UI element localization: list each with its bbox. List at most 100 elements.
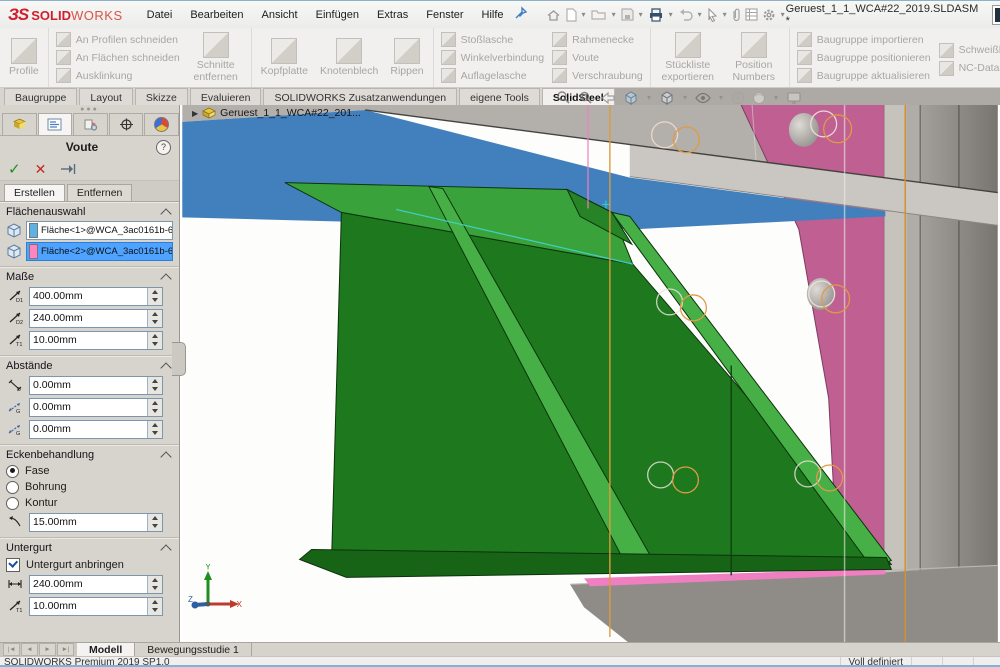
apply-scene-icon[interactable] <box>786 91 802 105</box>
menu-ansicht[interactable]: Ansicht <box>262 9 298 21</box>
dropdown-caret-icon[interactable]: ▾ <box>698 10 702 19</box>
face1-selection-field[interactable]: Fläche<1>@WCA_3ac0161b-6dba- <box>26 221 173 240</box>
chamfer-size-field[interactable] <box>29 513 163 532</box>
flange-width-field[interactable] <box>29 575 163 594</box>
pin-menu-icon[interactable] <box>514 6 528 23</box>
tab-feature-manager[interactable] <box>2 113 37 135</box>
zoom-fit-icon[interactable] <box>556 90 571 105</box>
dropdown-caret-icon[interactable]: ▾ <box>683 93 687 102</box>
menu-extras[interactable]: Extras <box>377 9 408 21</box>
new-document-icon[interactable] <box>565 8 577 22</box>
dropdown-caret-icon[interactable]: ▾ <box>647 93 651 102</box>
tab-zusatzanwendungen[interactable]: SOLIDWORKS Zusatzanwendungen <box>263 88 457 105</box>
spin-buttons[interactable] <box>147 288 162 305</box>
angle-connection-button[interactable]: Winkelverbindung <box>441 50 544 65</box>
haunch-button[interactable]: Voute <box>552 50 643 65</box>
radio-fase[interactable]: Fase <box>6 463 173 479</box>
remove-cuts-button[interactable]: Schnitte entfernen <box>188 30 244 85</box>
bill-of-materials-icon[interactable] <box>745 8 758 21</box>
menu-bearbeiten[interactable]: Bearbeiten <box>190 9 243 21</box>
radio-kontur[interactable]: Kontur <box>6 495 173 511</box>
tab-evaluieren[interactable]: Evaluieren <box>190 88 262 105</box>
ok-button[interactable]: ✓ <box>8 160 21 178</box>
collapse-chevron-icon[interactable] <box>160 273 171 284</box>
select-icon[interactable] <box>707 8 718 22</box>
support-plate-button[interactable]: Auflagelasche <box>441 68 544 83</box>
profile-button[interactable]: Profile <box>7 36 41 80</box>
face2-selection-field[interactable]: Fläche<2>@WCA_3ac0161b-6dba- <box>26 242 173 261</box>
tab-baugruppe[interactable]: Baugruppe <box>4 88 77 105</box>
radio-bohrung[interactable]: Bohrung <box>6 479 173 495</box>
weldment-groups-button[interactable]: Schweißbaugruppen <box>939 43 1000 58</box>
splice-plate-button[interactable]: Stoßlasche <box>441 32 544 47</box>
ribs-button[interactable]: Rippen <box>388 36 425 80</box>
tab-skizze[interactable]: Skizze <box>135 88 188 105</box>
flyout-feature-tree[interactable]: ▶ Geruest_1_1_WCA#22_201... <box>192 107 361 119</box>
spin-buttons[interactable] <box>147 421 162 438</box>
dropdown-caret-icon[interactable]: ▾ <box>781 10 785 19</box>
menu-hilfe[interactable]: Hilfe <box>482 9 504 21</box>
previous-view-icon[interactable] <box>600 91 616 105</box>
graphics-area[interactable] <box>180 105 1000 642</box>
dropdown-caret-icon[interactable]: ▾ <box>774 93 778 102</box>
notch-button[interactable]: Ausklinkung <box>56 68 180 83</box>
offset-field-3[interactable] <box>29 420 163 439</box>
open-document-icon[interactable] <box>591 8 607 21</box>
options-icon[interactable] <box>762 8 776 22</box>
spin-buttons[interactable] <box>147 514 162 531</box>
dim-t1-field[interactable] <box>29 331 163 350</box>
edit-appearance-icon[interactable] <box>752 91 766 105</box>
export-bom-button[interactable]: Stückliste exportieren <box>658 30 718 85</box>
display-style-icon[interactable] <box>695 92 711 104</box>
spin-buttons[interactable] <box>147 399 162 416</box>
dropdown-caret-icon[interactable]: ▾ <box>639 10 643 19</box>
menu-datei[interactable]: Datei <box>147 9 173 21</box>
dropdown-caret-icon[interactable]: ▾ <box>582 10 586 19</box>
spin-buttons[interactable] <box>147 310 162 327</box>
menu-einfuegen[interactable]: Einfügen <box>316 9 359 21</box>
motion-study-tab[interactable]: Bewegungsstudie 1 <box>135 643 252 656</box>
panel-grip[interactable]: ●●● <box>0 105 179 113</box>
tab-layout[interactable]: Layout <box>79 88 133 105</box>
frame-corner-button[interactable]: Rahmenecke <box>552 32 643 47</box>
import-assembly-button[interactable]: Baugruppe importieren <box>797 32 931 47</box>
first-tab-icon[interactable]: |◄ <box>3 643 20 656</box>
position-numbers-button[interactable]: Position Numbers <box>726 30 782 85</box>
attachments-icon[interactable] <box>732 8 741 22</box>
cut-to-profiles-button[interactable]: An Profilen schneiden <box>56 32 180 47</box>
command-search[interactable]: » Befehlssuche <box>992 5 1000 25</box>
dropdown-caret-icon[interactable]: ▾ <box>612 10 616 19</box>
pin-icon[interactable] <box>60 163 76 175</box>
spin-buttons[interactable] <box>147 576 162 593</box>
cut-to-faces-button[interactable]: An Flächen schneiden <box>56 50 180 65</box>
tab-dimxpert-manager[interactable] <box>109 113 144 135</box>
flange-thickness-field[interactable] <box>29 597 163 616</box>
print-icon[interactable] <box>648 8 664 22</box>
bolting-button[interactable]: Verschraubung <box>552 68 643 83</box>
create-tab[interactable]: Erstellen <box>4 184 65 201</box>
remove-tab[interactable]: Entfernen <box>67 184 133 201</box>
tab-display-manager[interactable] <box>144 113 179 135</box>
collapse-chevron-icon[interactable] <box>160 544 171 555</box>
tree-root-label[interactable]: Geruest_1_1_WCA#22_201... <box>220 107 361 119</box>
spin-buttons[interactable] <box>147 598 162 615</box>
dropdown-caret-icon[interactable]: ▾ <box>719 93 723 102</box>
head-plate-button[interactable]: Kopfplatte <box>259 36 310 80</box>
help-icon[interactable]: ? <box>156 140 171 155</box>
update-assembly-button[interactable]: Baugruppe aktualisieren <box>797 68 931 83</box>
panel-splitter-handle[interactable] <box>172 342 186 376</box>
position-assembly-button[interactable]: Baugruppe positionieren <box>797 50 931 65</box>
model-tab[interactable]: Modell <box>77 643 135 656</box>
cancel-button[interactable]: ✕ <box>35 161 47 178</box>
tab-configuration-manager[interactable] <box>73 113 108 135</box>
hide-show-items-icon[interactable] <box>731 91 745 105</box>
menu-fenster[interactable]: Fenster <box>426 9 463 21</box>
attach-flange-checkbox[interactable]: Untergurt anbringen <box>6 556 173 573</box>
next-tab-icon[interactable]: ► <box>39 643 56 656</box>
zoom-area-icon[interactable] <box>578 90 593 105</box>
section-view-icon[interactable] <box>623 90 639 105</box>
prev-tab-icon[interactable]: ◄ <box>21 643 38 656</box>
expand-arrow-icon[interactable]: ▶ <box>192 109 198 118</box>
model-canvas[interactable] <box>180 105 1000 642</box>
home-icon[interactable] <box>546 8 561 22</box>
